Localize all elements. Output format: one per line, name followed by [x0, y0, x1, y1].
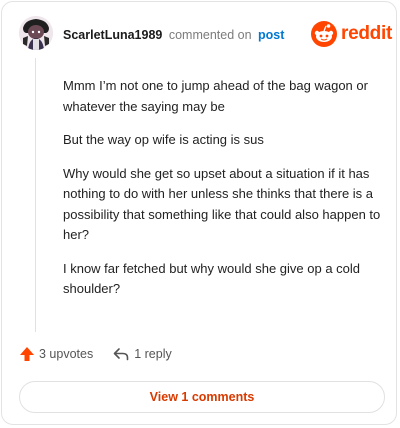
reply-button[interactable]: 1 reply: [113, 347, 172, 361]
post-link[interactable]: post: [258, 28, 284, 42]
comment-actions: 3 upvotes 1 reply: [19, 346, 172, 362]
comment-header: ScarletLuna1989 commented on post: [63, 27, 284, 43]
comment-paragraph: Why would she get so upset about a situa…: [63, 165, 381, 243]
reddit-snoo-icon: [311, 21, 337, 47]
comment-body: Mmm I’m not one to jump ahead of the bag…: [63, 76, 383, 313]
comment-paragraph: Mmm I’m not one to jump ahead of the bag…: [63, 78, 368, 114]
reddit-logo[interactable]: reddit: [311, 20, 392, 48]
username-link[interactable]: ScarletLuna1989: [63, 28, 162, 42]
comment-paragraph: I know far fetched but why would she giv…: [63, 260, 361, 297]
upvote-count: 3 upvotes: [39, 347, 94, 361]
avatar-image: [19, 16, 53, 50]
reply-arrow-icon: [113, 348, 129, 361]
reddit-wordmark: reddit: [341, 23, 392, 44]
upvote-button[interactable]: 3 upvotes: [19, 346, 93, 362]
comment-card: ScarletLuna1989 commented on post reddit…: [1, 1, 397, 425]
reply-count: 1 reply: [134, 347, 172, 361]
comment-paragraph: But the way op wife is acting is sus: [63, 132, 264, 147]
avatar[interactable]: [19, 16, 53, 50]
upvote-arrow-icon: [20, 347, 34, 361]
action-text: commented on: [168, 28, 252, 42]
thread-line: [35, 58, 36, 332]
view-comments-button[interactable]: View 1 comments: [19, 381, 385, 413]
